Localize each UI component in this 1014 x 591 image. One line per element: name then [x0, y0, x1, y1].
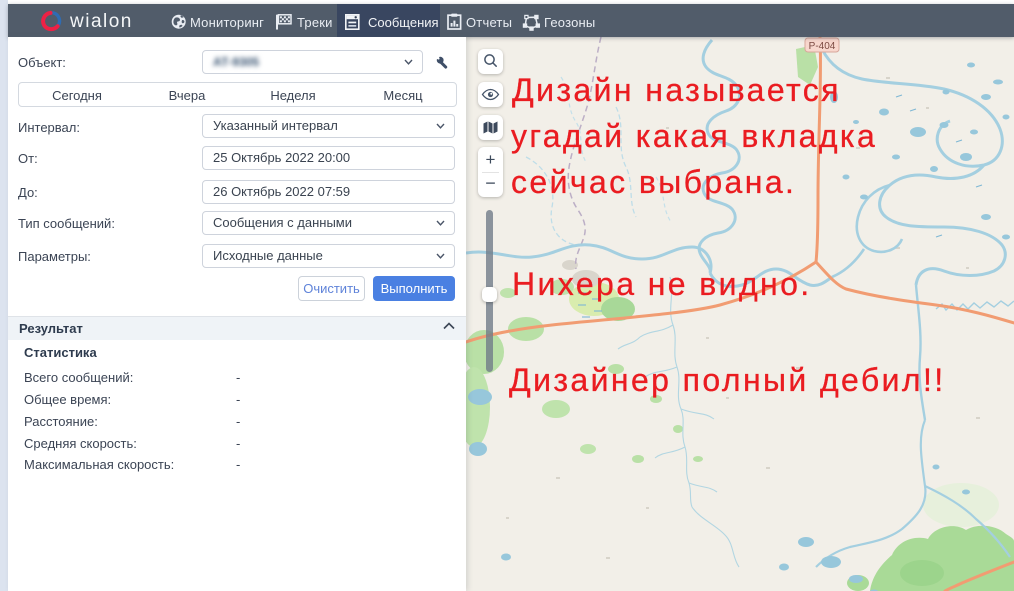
svg-text:Р-404: Р-404 [809, 41, 836, 52]
